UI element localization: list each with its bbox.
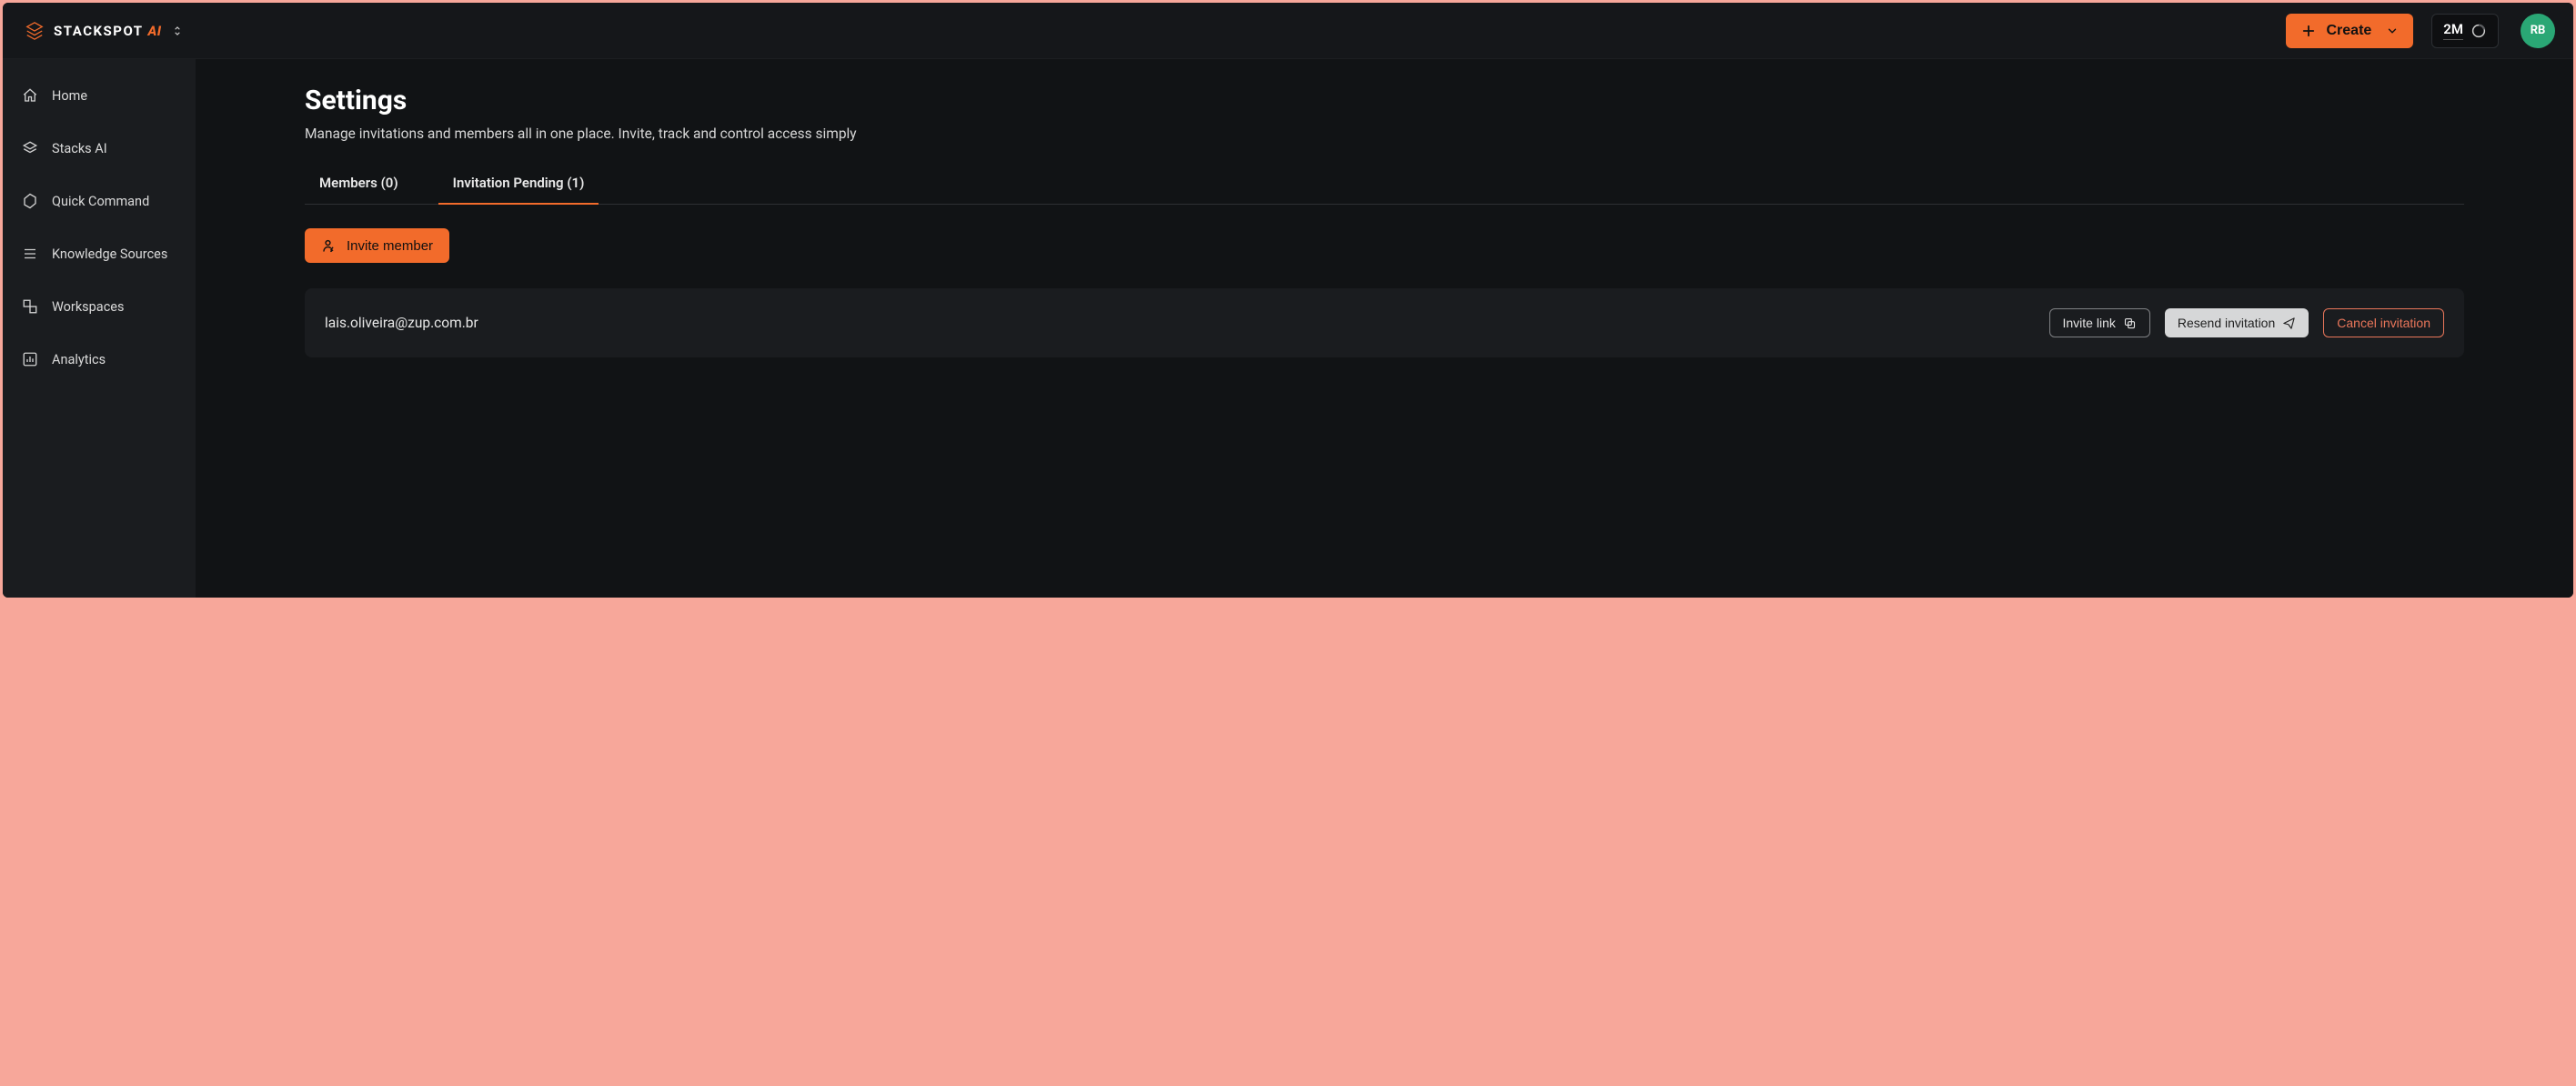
sidebar-item-analytics[interactable]: Analytics: [10, 345, 188, 374]
token-usage-chip[interactable]: 2M: [2431, 14, 2499, 48]
hexagon-icon: [21, 192, 39, 210]
invitation-actions: Invite link Resend invitation Cancel inv…: [2049, 308, 2445, 337]
brand-name-suffix: AI: [147, 23, 161, 39]
sidebar-item-label: Quick Command: [52, 194, 149, 209]
invitation-email: lais.oliveira@zup.com.br: [325, 315, 2049, 331]
create-button-label: Create: [2326, 23, 2371, 39]
main: Settings Manage invitations and members …: [196, 59, 2573, 598]
brand-logo[interactable]: STACKSPOT AI: [25, 21, 184, 41]
cancel-invitation-button[interactable]: Cancel invitation: [2323, 308, 2444, 337]
user-plus-icon: [321, 237, 337, 254]
tab-members-label: Members (0): [319, 175, 398, 191]
token-usage-value: 2M: [2443, 21, 2463, 40]
sidebar: Home Stacks AI Quick Command Knowledge S…: [3, 59, 196, 598]
create-button[interactable]: Create: [2286, 14, 2413, 48]
sidebar-item-stacks-ai[interactable]: Stacks AI: [10, 134, 188, 163]
layers-icon: [21, 139, 39, 157]
sidebar-item-label: Stacks AI: [52, 141, 107, 156]
send-icon: [2282, 317, 2296, 330]
page-subtitle: Manage invitations and members all in on…: [305, 126, 2464, 142]
resend-invitation-button[interactable]: Resend invitation: [2165, 308, 2309, 337]
tabs: Members (0) Invitation Pending (1): [305, 166, 2464, 205]
brand-name: STACKSPOT AI: [54, 23, 162, 39]
chevron-down-icon: [2386, 25, 2399, 37]
workspaces-icon: [21, 297, 39, 316]
invitation-row: lais.oliveira@zup.com.br Invite link Res…: [305, 288, 2464, 357]
sidebar-item-label: Analytics: [52, 352, 106, 367]
context-switch-icon[interactable]: [171, 25, 184, 37]
brand-mark-icon: [25, 21, 45, 41]
plus-icon: [2300, 23, 2317, 39]
analytics-icon: [21, 350, 39, 368]
invite-link-label: Invite link: [2063, 316, 2116, 330]
sidebar-item-label: Home: [52, 88, 87, 104]
sidebar-item-quick-command[interactable]: Quick Command: [10, 186, 188, 216]
stack-icon: [21, 245, 39, 263]
sidebar-item-knowledge-sources[interactable]: Knowledge Sources: [10, 239, 188, 268]
invite-member-button[interactable]: Invite member: [305, 228, 449, 263]
sidebar-item-workspaces[interactable]: Workspaces: [10, 292, 188, 321]
sidebar-item-label: Workspaces: [52, 299, 124, 315]
tab-members[interactable]: Members (0): [305, 166, 413, 204]
brand-name-main: STACKSPOT: [54, 23, 143, 39]
copy-icon: [2123, 317, 2137, 330]
avatar-initials: RB: [2531, 24, 2546, 37]
sidebar-item-label: Knowledge Sources: [52, 246, 167, 262]
invite-member-button-label: Invite member: [347, 238, 433, 254]
app-body: Home Stacks AI Quick Command Knowledge S…: [3, 59, 2573, 598]
gauge-icon: [2470, 23, 2487, 39]
sidebar-item-home[interactable]: Home: [10, 81, 188, 110]
topbar: STACKSPOT AI Create 2M: [3, 3, 2573, 59]
app-root: STACKSPOT AI Create 2M: [3, 3, 2573, 598]
cancel-invitation-label: Cancel invitation: [2337, 316, 2430, 330]
resend-invitation-label: Resend invitation: [2178, 316, 2275, 330]
avatar[interactable]: RB: [2521, 14, 2555, 48]
page-title: Settings: [305, 85, 2464, 116]
home-icon: [21, 86, 39, 105]
tab-invitation-pending[interactable]: Invitation Pending (1): [438, 166, 599, 204]
tab-invitation-pending-label: Invitation Pending (1): [453, 175, 585, 191]
invite-link-button[interactable]: Invite link: [2049, 308, 2150, 337]
